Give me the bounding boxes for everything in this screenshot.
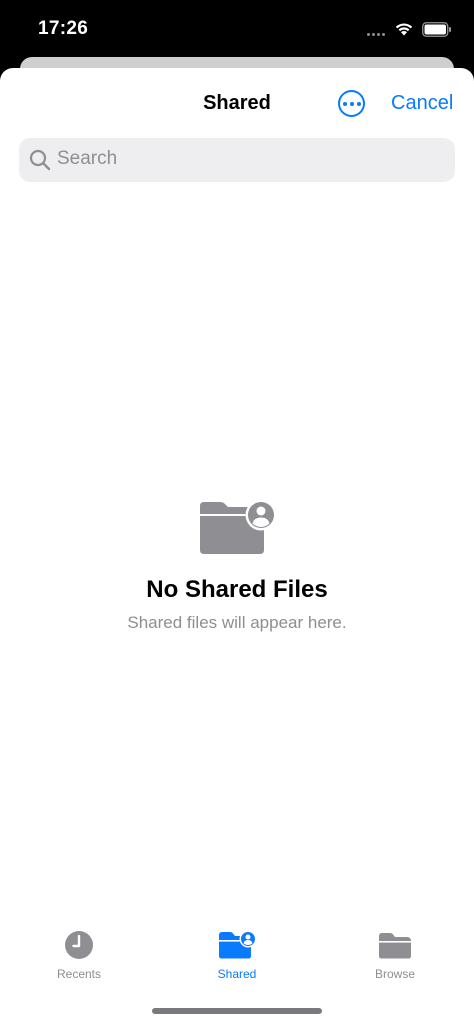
folder-icon <box>379 933 411 959</box>
empty-state-title: No Shared Files <box>146 576 328 603</box>
tab-browse[interactable]: Browse <box>335 930 455 981</box>
shared-folder-icon <box>219 930 257 959</box>
home-indicator[interactable] <box>152 1008 322 1014</box>
search-icon <box>29 149 51 171</box>
signal-dots-icon <box>367 33 389 37</box>
search-input[interactable] <box>57 148 437 170</box>
cancel-button[interactable]: Cancel <box>391 92 453 115</box>
status-bar: 17:26 <box>0 0 474 58</box>
shared-folder-icon <box>200 499 277 554</box>
tab-bar: Recents Shared Browse <box>0 930 474 990</box>
more-options-button[interactable] <box>338 90 365 117</box>
tab-recents[interactable]: Recents <box>19 930 139 981</box>
wifi-icon <box>395 23 413 36</box>
battery-icon <box>422 22 451 37</box>
tab-recents-label: Recents <box>56 967 102 981</box>
tab-shared[interactable]: Shared <box>177 930 297 981</box>
clock-icon <box>65 931 93 959</box>
tab-browse-label: Browse <box>374 967 415 981</box>
shared-sheet: Shared Cancel No Shared Files Shared fil… <box>0 68 474 1025</box>
search-bar[interactable] <box>19 138 455 182</box>
ellipsis-icon <box>342 101 347 106</box>
tab-shared-label: Shared <box>217 967 257 981</box>
empty-state-subtitle: Shared files will appear here. <box>127 613 347 632</box>
status-time: 17:26 <box>38 18 89 39</box>
